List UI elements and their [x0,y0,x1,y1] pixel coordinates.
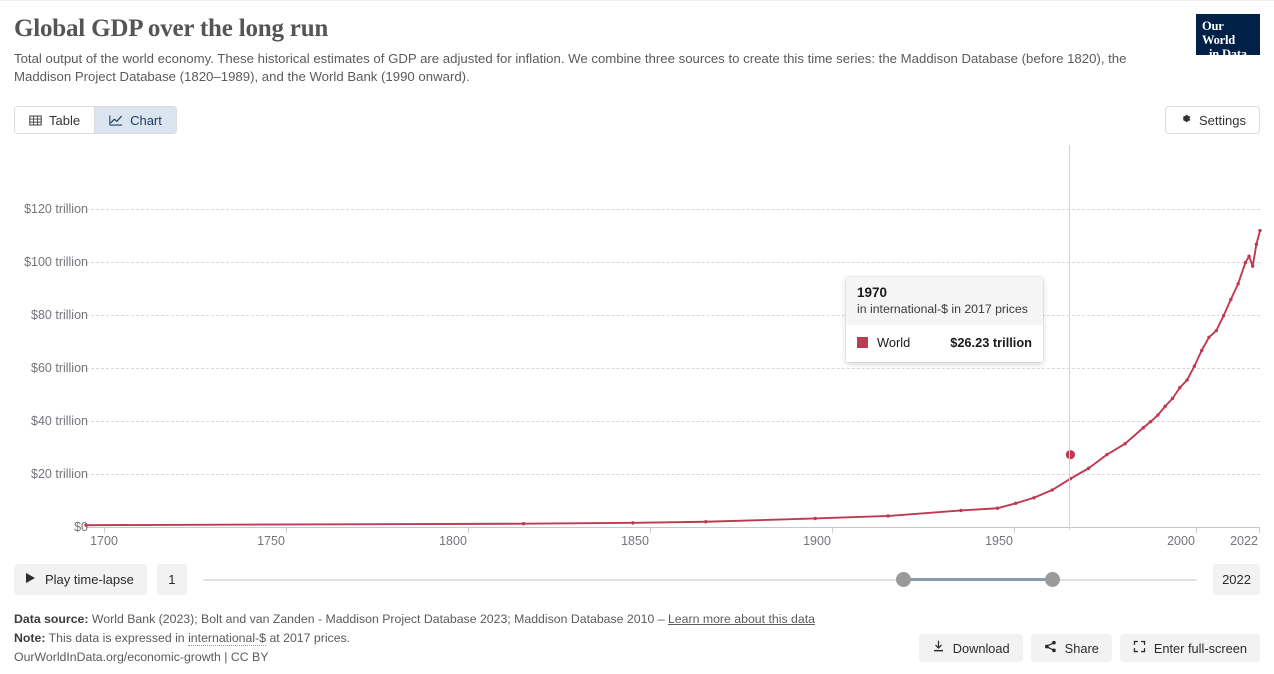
line-chart-icon [109,114,123,127]
data-point [1229,297,1233,302]
chart-subtitle: Total output of the world economy. These… [14,51,1127,84]
logo-line-2: in Data [1209,47,1247,61]
data-point [1163,404,1167,408]
slider-handle-start[interactable] [896,572,912,587]
data-point [995,506,1000,510]
timeline-end-year[interactable]: 2022 [1213,564,1260,595]
tab-table-label: Table [49,112,81,128]
hover-crosshair [1069,145,1070,530]
timeline-start-year[interactable]: 1 [156,564,187,595]
top-divider [0,0,1274,1]
data-source-label: Data source: [14,612,89,626]
data-point [1207,335,1211,339]
highlighted-data-point[interactable] [1065,450,1076,460]
data-point [1178,386,1182,390]
view-tabs: Table Chart [14,106,177,134]
fullscreen-button[interactable]: Enter full-screen [1119,634,1260,662]
chart-controls: Table Chart Settings [14,106,1260,134]
note-term-international-dollar[interactable]: international-$ [188,631,267,646]
tooltip-series-name: World [877,335,911,350]
play-label: Play time-lapse [45,572,134,587]
tooltip-year: 1970 [857,285,888,300]
download-label: Download [952,640,1010,656]
fullscreen-label: Enter full-screen [1153,640,1247,656]
series-color-swatch [857,337,868,348]
table-icon [29,114,42,127]
chart-plot-area[interactable]: $120 trillion $100 trillion $80 trillion… [0,145,1274,555]
data-point [959,508,963,513]
share-label: Share [1064,640,1099,656]
note-label: Note: [14,631,46,645]
data-point [631,521,635,525]
download-icon [932,640,945,656]
settings-label: Settings [1199,112,1246,128]
tab-table[interactable]: Table [15,107,95,133]
data-point [84,523,88,527]
tooltip-series-value: $26.23 trillion [950,335,1032,350]
data-point [1156,413,1160,417]
data-point [1123,442,1127,446]
footer-note: Note: This data is expressed in internat… [14,629,914,648]
share-icon [1044,640,1057,656]
data-point [1148,419,1153,424]
data-point [1221,314,1226,318]
data-point [1105,452,1109,457]
play-timelapse-button[interactable]: Play time-lapse [14,564,147,595]
tooltip-body: World $26.23 trillion [846,325,1043,362]
tooltip-unit: in international-$ in 2017 prices [857,302,1028,316]
data-point [1258,228,1262,233]
data-point [1086,466,1091,470]
data-point [1141,426,1146,430]
play-icon [25,572,36,587]
data-point [1214,328,1218,333]
data-point [813,516,817,521]
data-point [1236,282,1240,286]
note-text-a: This data is expressed in [48,631,185,645]
data-point [1247,254,1251,258]
footer-action-buttons: Download Share Enter full-screen [918,634,1260,662]
footer-data-source: Data source: World Bank (2023); Bolt and… [14,610,914,629]
download-button[interactable]: Download [918,634,1023,662]
footer-attribution: OurWorldInData.org/economic-growth | CC … [14,650,269,664]
chart-header: Global GDP over the long run Total outpu… [14,14,1174,85]
data-point [1185,378,1189,382]
chart-tooltip: 1970 in international-$ in 2017 prices W… [846,277,1043,362]
data-point [1192,364,1197,368]
data-point [1050,488,1054,492]
learn-more-link[interactable]: Learn more about this data [668,612,815,626]
data-point [1243,260,1248,265]
timeline-controls[interactable]: Play time-lapse 1 2022 [14,564,1260,595]
timeline-slider[interactable] [202,564,1198,595]
owid-chart-page: Global GDP over the long run Total outpu… [0,0,1274,674]
gear-icon [1179,112,1192,128]
data-point [1251,264,1255,268]
chart-footer: Data source: World Bank (2023); Bolt and… [14,610,914,667]
data-point [1032,496,1036,500]
data-point [1199,348,1204,353]
page-title: Global GDP over the long run [14,15,329,42]
series-line-world [84,228,1262,527]
slider-selected-range [903,578,1053,581]
owid-logo[interactable]: Our World in Data [1196,14,1260,61]
tab-chart-label: Chart [130,112,162,128]
share-button[interactable]: Share [1030,634,1112,662]
slider-handle-end[interactable] [1045,572,1061,587]
logo-line-1: Our World [1202,19,1236,47]
data-point [1014,501,1018,505]
data-point [1170,396,1175,401]
tooltip-header: 1970 in international-$ in 2017 prices [846,277,1043,325]
data-source-text: World Bank (2023); Bolt and van Zanden -… [91,612,665,626]
note-text-b: at 2017 prices. [269,631,351,645]
data-point [1254,242,1259,247]
tab-chart[interactable]: Chart [94,107,176,133]
fullscreen-icon [1133,640,1146,656]
settings-button[interactable]: Settings [1165,106,1260,134]
data-point [886,514,890,518]
data-point [704,520,708,524]
data-point [521,521,526,526]
